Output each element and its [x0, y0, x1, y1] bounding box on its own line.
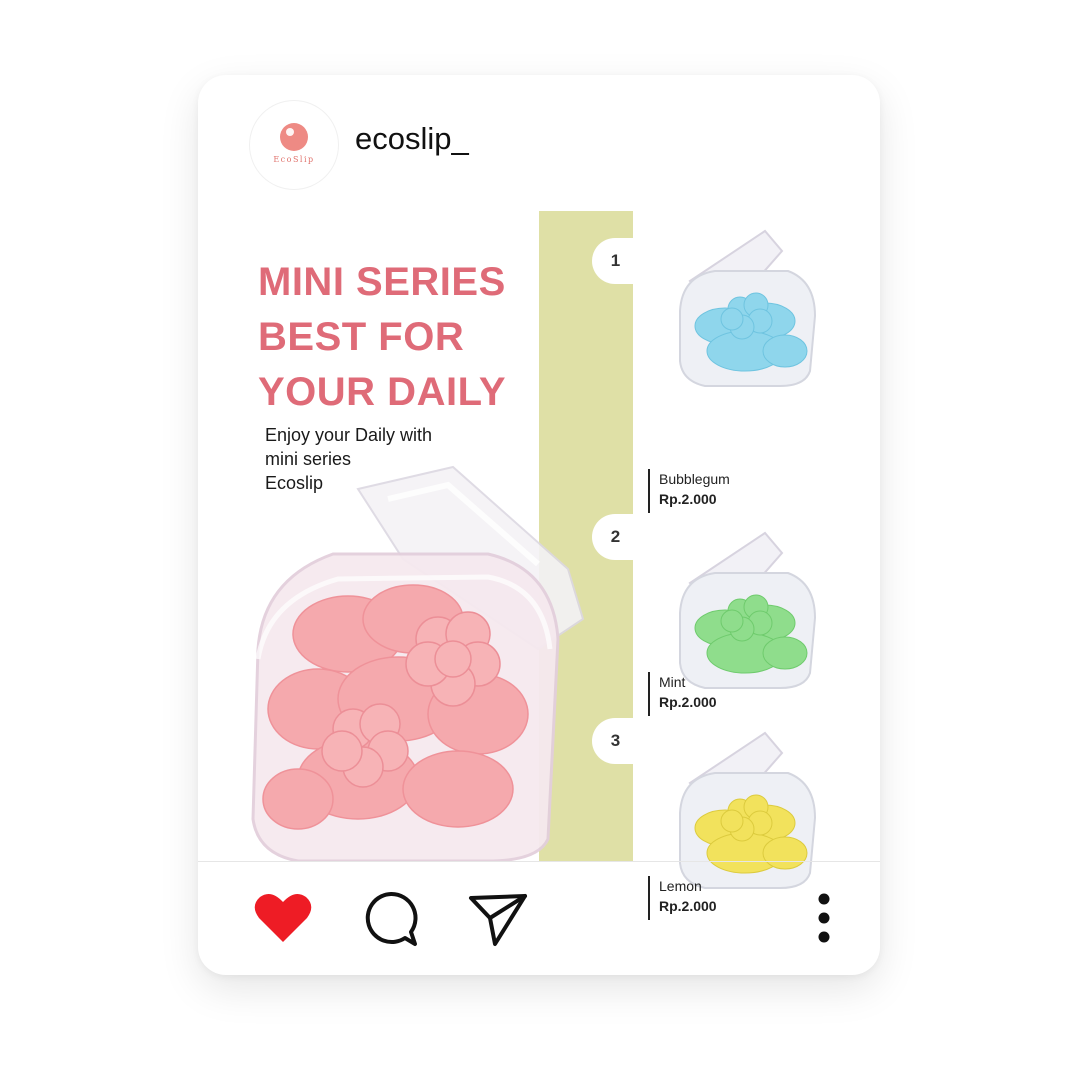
- product-label-bubblegum: Bubblegum Rp.2.000: [648, 469, 730, 513]
- product-image-bubblegum: [679, 229, 817, 387]
- headline: MINI SERIES BEST FOR YOUR DAILY: [258, 255, 548, 420]
- action-bar: [198, 862, 880, 975]
- product-number-badge: 3: [592, 718, 633, 764]
- heart-icon[interactable]: [254, 892, 312, 944]
- avatar[interactable]: EcoSlip: [250, 101, 338, 189]
- hero-product-image: [251, 465, 585, 861]
- post-image: MINI SERIES BEST FOR YOUR DAILY Enjoy yo…: [198, 211, 880, 920]
- post-header: EcoSlip ecoslip_: [198, 75, 880, 211]
- product-number-badge: 1: [592, 238, 633, 284]
- more-vertical-icon[interactable]: [814, 890, 834, 946]
- logo-wordmark: EcoSlip: [273, 155, 315, 164]
- headline-line-2: BEST FOR: [258, 315, 465, 359]
- subtitle-line-1: Enjoy your Daily with: [265, 425, 433, 445]
- headline-line-1: MINI SERIES: [258, 260, 506, 304]
- product-name: Mint: [659, 674, 686, 690]
- product-number-badge: 2: [592, 514, 633, 560]
- comment-icon[interactable]: [363, 890, 419, 948]
- logo-mark: [280, 123, 308, 151]
- product-label-mint: Mint Rp.2.000: [648, 672, 717, 716]
- product-image-mint: [679, 531, 817, 689]
- post-card: EcoSlip ecoslip_ MINI SERIES BEST FOR YO…: [198, 75, 880, 975]
- product-price: Rp.2.000: [659, 491, 717, 507]
- product-name: Bubblegum: [659, 471, 730, 487]
- send-icon[interactable]: [468, 892, 528, 948]
- product-price: Rp.2.000: [659, 694, 717, 710]
- headline-line-3: YOUR DAILY: [258, 370, 507, 414]
- username[interactable]: ecoslip_: [355, 121, 469, 157]
